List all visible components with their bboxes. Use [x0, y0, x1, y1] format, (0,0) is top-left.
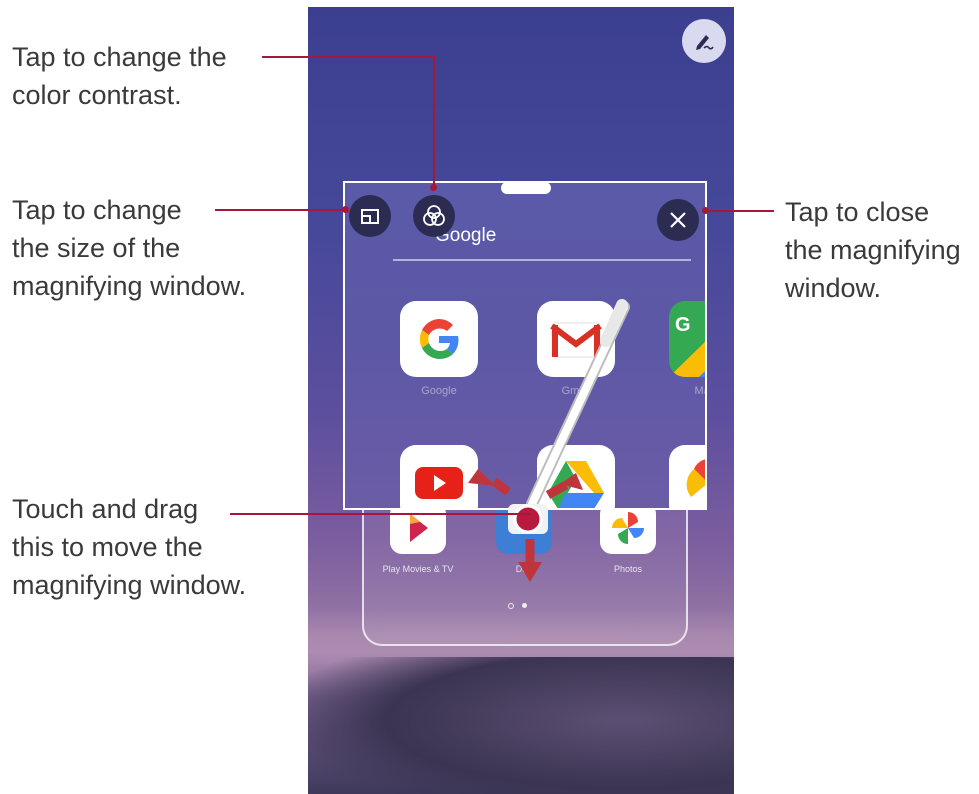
leader-size — [215, 209, 345, 211]
leader-contrast-horizontal — [262, 56, 435, 58]
callout-line: the magnifying — [785, 235, 961, 265]
callout-line: magnifying window. — [12, 271, 247, 301]
callout-line: the size of the — [12, 233, 181, 263]
stylus-illustration — [468, 299, 630, 582]
callout-line: Tap to change the — [12, 42, 227, 72]
callout-line: this to move the — [12, 532, 203, 562]
drag-arrow-down-icon — [518, 539, 542, 582]
callout-move-window: Touch and drag this to move the magnifyi… — [12, 490, 246, 604]
callout-line: magnifying window. — [12, 570, 247, 600]
drag-arrow-left-icon — [468, 469, 511, 496]
callout-line: Tap to close — [785, 197, 930, 227]
leader-contrast-vertical — [433, 56, 435, 188]
leader-dot — [430, 184, 437, 191]
drag-arrow-right-icon — [545, 473, 583, 499]
leader-close — [706, 210, 774, 212]
callout-window-size: Tap to change the size of the magnifying… — [12, 191, 246, 305]
callout-close-window: Tap to close the magnifying window. — [785, 193, 961, 307]
callout-line: Tap to change — [12, 195, 182, 225]
callout-line: window. — [785, 273, 882, 303]
callout-color-contrast: Tap to change the color contrast. — [12, 38, 227, 114]
callout-line: Touch and drag — [12, 494, 199, 524]
leader-dot — [702, 207, 709, 214]
phone-screen: Play Movies & TV Duo Photos Google Googl… — [308, 7, 734, 794]
leader-move — [230, 513, 530, 515]
leader-dot — [342, 206, 349, 213]
callout-line: color contrast. — [12, 80, 182, 110]
